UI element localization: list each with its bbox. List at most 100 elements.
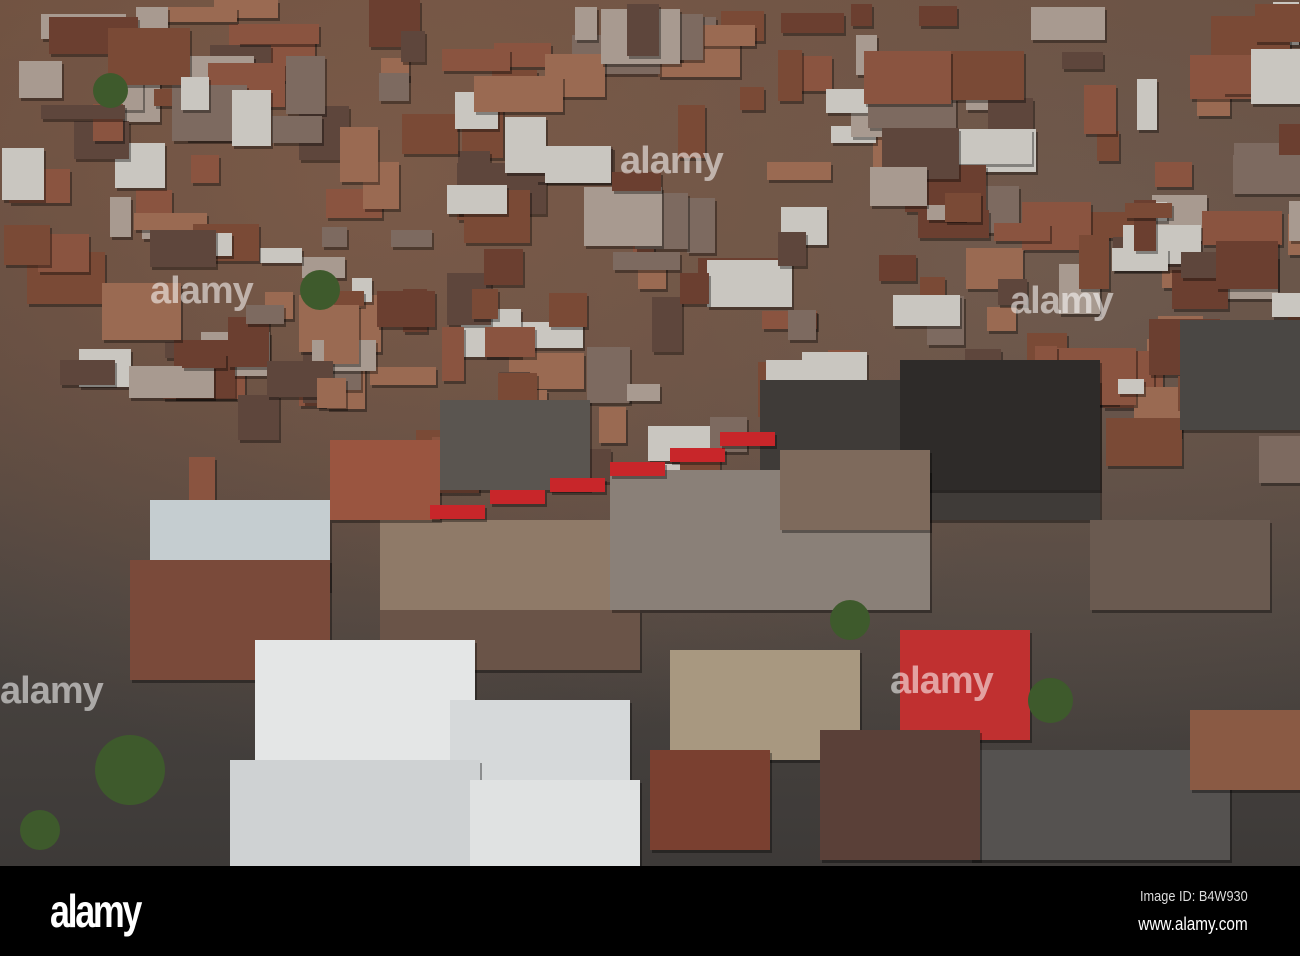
building bbox=[919, 6, 957, 26]
building bbox=[986, 306, 1017, 331]
building bbox=[1255, 3, 1300, 43]
building bbox=[1190, 710, 1300, 790]
building bbox=[612, 251, 681, 270]
tree bbox=[95, 735, 165, 805]
building bbox=[181, 76, 210, 110]
building bbox=[369, 367, 436, 385]
building bbox=[1154, 161, 1193, 187]
building bbox=[181, 353, 226, 369]
alamy-logo: alamy bbox=[50, 885, 142, 937]
building bbox=[677, 105, 705, 159]
building bbox=[651, 297, 682, 353]
building bbox=[18, 61, 62, 98]
building bbox=[286, 55, 326, 115]
building bbox=[149, 230, 217, 267]
building bbox=[1031, 7, 1106, 40]
white-building bbox=[470, 780, 640, 866]
building bbox=[611, 171, 661, 192]
bus bbox=[610, 462, 665, 476]
building bbox=[1125, 203, 1173, 218]
car-park bbox=[440, 400, 590, 490]
building bbox=[945, 193, 982, 223]
building bbox=[161, 7, 238, 23]
building bbox=[574, 6, 598, 40]
building bbox=[1288, 200, 1300, 241]
building bbox=[994, 223, 1051, 241]
building bbox=[317, 378, 347, 409]
building bbox=[379, 73, 410, 101]
building bbox=[1136, 78, 1157, 131]
office-block bbox=[380, 520, 610, 620]
building bbox=[1097, 131, 1119, 161]
site-url: www.alamy.com bbox=[1138, 914, 1248, 934]
bus bbox=[550, 478, 605, 492]
building bbox=[390, 229, 432, 247]
building bbox=[3, 225, 50, 266]
building bbox=[272, 115, 322, 144]
building bbox=[584, 187, 662, 246]
bus bbox=[720, 432, 775, 446]
building bbox=[376, 291, 435, 328]
brick-building bbox=[330, 440, 440, 520]
building bbox=[706, 260, 793, 308]
building bbox=[483, 248, 523, 285]
building bbox=[548, 292, 587, 327]
building bbox=[400, 31, 425, 62]
building bbox=[788, 310, 817, 340]
building bbox=[60, 360, 115, 386]
building bbox=[1084, 85, 1117, 135]
building bbox=[679, 272, 709, 304]
building bbox=[870, 166, 927, 206]
building bbox=[246, 304, 285, 324]
building bbox=[892, 295, 961, 326]
building bbox=[767, 162, 832, 181]
building bbox=[1105, 417, 1182, 467]
building bbox=[128, 366, 214, 399]
building bbox=[1251, 49, 1300, 104]
building bbox=[626, 4, 659, 56]
building bbox=[702, 24, 755, 46]
round-building bbox=[1180, 320, 1300, 430]
building bbox=[586, 347, 631, 404]
building bbox=[260, 248, 303, 263]
building bbox=[781, 13, 844, 34]
building bbox=[101, 283, 181, 341]
building bbox=[777, 49, 803, 101]
building bbox=[997, 278, 1028, 305]
aerial-photo bbox=[0, 0, 1300, 866]
image-id: Image ID: B4W930 bbox=[1140, 888, 1248, 905]
building bbox=[949, 51, 1024, 100]
building bbox=[237, 24, 320, 45]
tree bbox=[830, 600, 870, 640]
building bbox=[231, 89, 272, 146]
building bbox=[1117, 379, 1144, 395]
building bbox=[322, 226, 347, 247]
building bbox=[471, 288, 498, 319]
building bbox=[441, 49, 511, 72]
building bbox=[485, 327, 535, 357]
building bbox=[323, 305, 360, 364]
tree bbox=[300, 270, 340, 310]
building bbox=[401, 114, 459, 154]
building bbox=[109, 196, 131, 237]
building bbox=[626, 383, 661, 402]
flat-roof bbox=[780, 450, 930, 530]
brick-building bbox=[820, 730, 980, 860]
building bbox=[1232, 154, 1300, 195]
building bbox=[598, 406, 627, 444]
tree bbox=[1027, 677, 1073, 723]
building bbox=[191, 154, 220, 184]
tree bbox=[92, 72, 128, 108]
building bbox=[778, 232, 807, 267]
bus bbox=[490, 490, 545, 504]
building bbox=[1061, 52, 1103, 70]
white-building bbox=[230, 760, 480, 866]
building bbox=[238, 394, 279, 441]
building bbox=[340, 127, 379, 183]
footer-bar: alamy Image ID: B4W930 www.alamy.com bbox=[0, 866, 1300, 956]
building bbox=[1090, 520, 1270, 610]
building bbox=[879, 255, 916, 281]
bus bbox=[430, 505, 485, 519]
building bbox=[1271, 292, 1300, 318]
building bbox=[473, 75, 564, 112]
